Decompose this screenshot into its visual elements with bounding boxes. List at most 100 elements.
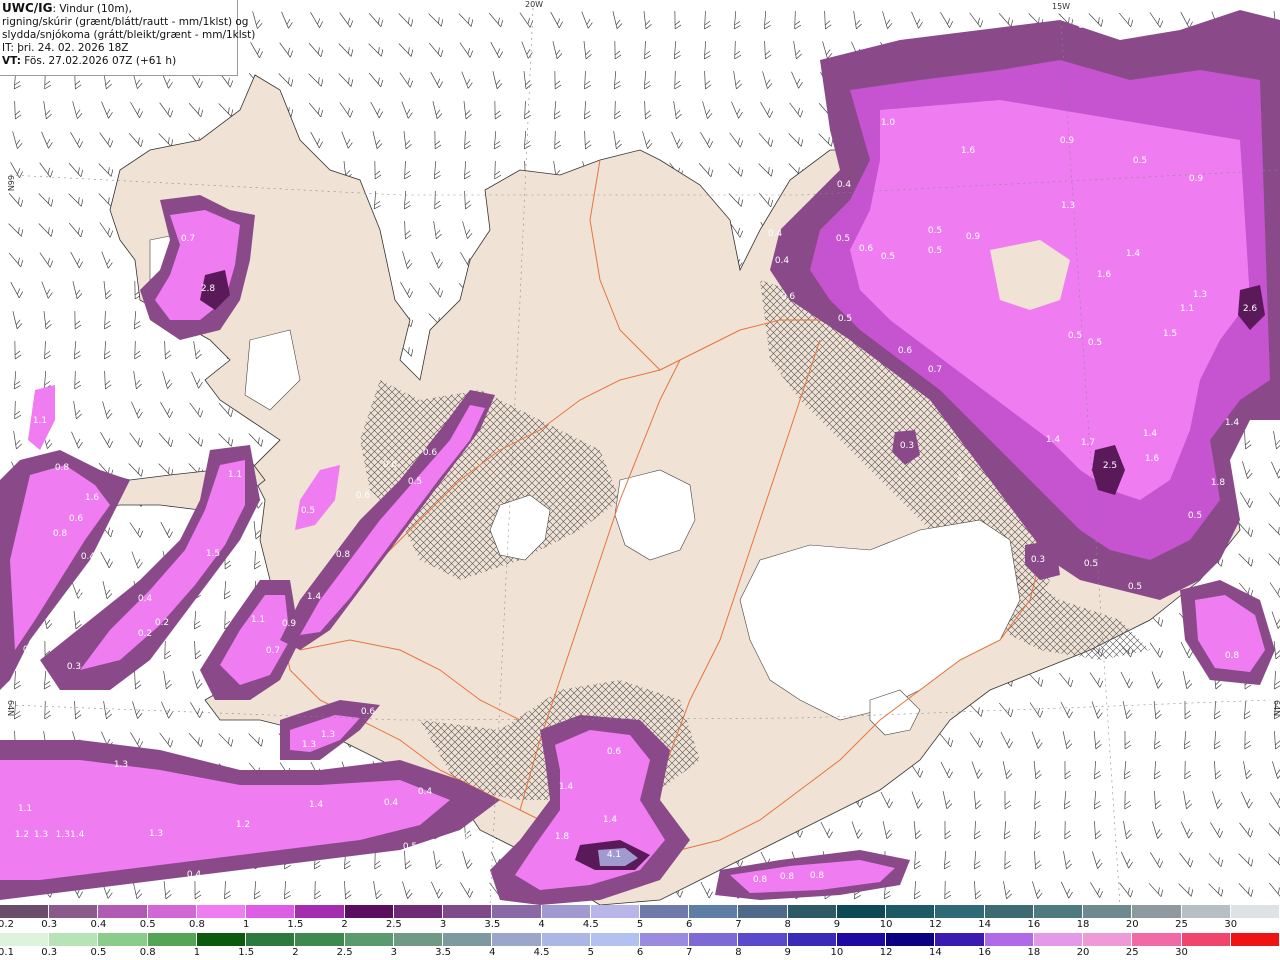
valid-time-label: VT:	[2, 55, 21, 67]
legend-label: 1	[242, 919, 250, 930]
legend-label: 14	[929, 947, 942, 958]
legend-swatch	[393, 905, 444, 918]
precip-value-label: 0.4	[79, 591, 94, 601]
legend-swatch	[1132, 905, 1182, 918]
legend-swatch	[49, 905, 99, 918]
precip-value-label: 1.4	[1126, 249, 1141, 259]
precip-value-label: 1.6	[1097, 270, 1112, 280]
legend-swatch	[147, 933, 197, 946]
legend-label: 9	[833, 919, 841, 930]
legend-snow-labels: 0.2 0.3 0.4 0.5 0.8 1 1.5 2 2.5 3 3.5 4 4.5 5 6 7 8 9 10 12…	[0, 919, 1280, 933]
precip-value-label: 1.1	[18, 804, 32, 814]
legend-label: 20	[1076, 947, 1090, 958]
legend-label: 4.5	[533, 947, 550, 958]
legend-label: 2	[341, 919, 348, 930]
legend-swatch	[689, 933, 739, 946]
precip-value-label: 0.6	[1078, 21, 1093, 31]
precip-value-label: 0.5	[1088, 338, 1102, 348]
precip-value-label: 0.7	[181, 234, 195, 244]
legend-label: 0.1	[0, 947, 14, 958]
legend-label: 4.5	[582, 919, 599, 930]
precip-value-label: 4.1	[607, 850, 621, 860]
precip-value-label: 0.3	[67, 662, 81, 672]
legend-label: 8	[784, 919, 791, 930]
legend-label: 16	[978, 947, 991, 958]
legend-label: 25	[1175, 919, 1188, 930]
precip-value-label: 1.3	[149, 829, 163, 839]
legend-swatch	[738, 933, 788, 946]
legend-snow-scale	[0, 905, 1280, 918]
precip-value-label: 0.4	[81, 552, 96, 562]
precip-value-label: 0.5	[1188, 511, 1202, 521]
legend-label: 10	[830, 947, 844, 958]
legend-swatch	[541, 905, 591, 918]
legend-swatch	[689, 905, 739, 918]
init-time: IT: þri. 24. 02. 2026 18Z	[2, 42, 129, 54]
legend-swatch	[836, 905, 887, 918]
precip-value-label: 0.6	[356, 491, 371, 501]
precip-value-label: 0.4	[418, 787, 433, 797]
legend-swatch	[590, 905, 640, 918]
legend-label: 0.8	[139, 947, 156, 958]
precip-value-label: 1.4	[1143, 429, 1158, 439]
precip-value-label: 2.5	[1103, 461, 1117, 471]
legend-swatch	[344, 905, 394, 918]
legend-label: 5	[636, 919, 644, 930]
precip-value-label: 2.6	[1243, 304, 1258, 314]
precip-value-label: 4	[957, 473, 963, 483]
label-20w: 20W	[525, 0, 543, 9]
precip-value-label: 0.8	[53, 529, 68, 539]
precip-value-label: 0.8	[780, 872, 795, 882]
precip-value-label: 0.5	[408, 477, 422, 487]
precip-value-label: 1.4	[309, 800, 324, 810]
precip-value-label: 0.4	[768, 229, 783, 239]
precip-value-label: 0.4	[187, 870, 202, 880]
precip-value-label: 0.5	[928, 246, 942, 256]
precip-value-label: 0.5	[1128, 582, 1142, 592]
legend-label: 0.3	[41, 947, 58, 958]
title-line: UWC/IG: Vindur (10m),	[2, 2, 237, 16]
legend-label: 0.4	[90, 919, 107, 930]
legend-swatch	[147, 905, 197, 918]
precip-value-label: 0.7	[266, 646, 280, 656]
precip-value-label: 0.8	[753, 875, 768, 885]
label-64n-right: 64N	[1272, 700, 1280, 716]
valid-time-line: VT: Fös. 27.02.2026 07Z (+61 h)	[2, 55, 237, 68]
legend-swatch	[1083, 933, 1133, 946]
precip-value-label: 0.5	[1068, 331, 1082, 341]
legend-swatch	[935, 933, 985, 946]
legend-label: 6	[686, 919, 693, 930]
legend-swatch	[984, 933, 1034, 946]
precip-value-label: 1.3	[114, 760, 128, 770]
precip-value-label: 1.3	[302, 740, 316, 750]
legend-label: 0.2	[0, 919, 14, 930]
legend-label: 30	[1175, 947, 1188, 958]
legend-swatch	[984, 905, 1034, 918]
precip-value-label: 1.5	[206, 549, 220, 559]
precip-value-label: 1.4	[1046, 435, 1061, 445]
legend-label: 3.5	[435, 947, 452, 958]
legend-swatch	[1230, 933, 1280, 946]
legend-swatch	[344, 933, 394, 946]
precip-value-label: 0.5	[836, 234, 850, 244]
legend-label: 18	[1076, 919, 1090, 930]
legend-label: 16	[1027, 919, 1041, 930]
legend-label: 10	[879, 919, 893, 930]
precip-value-label: 1.5	[1244, 452, 1258, 462]
legend-swatch	[295, 905, 345, 918]
legend-swatch	[393, 933, 444, 946]
legend-label: 4	[489, 947, 496, 958]
precip-value-label: 0.40.4	[454, 832, 483, 842]
precip-value-label: 0.8	[336, 550, 351, 560]
legend-rain-scale	[0, 933, 1280, 946]
legend-label: 0.3	[41, 919, 58, 930]
desc-line-1: : Vindur (10m),	[52, 3, 132, 15]
legend-label: 7	[686, 947, 693, 958]
precip-value-label: 0.7	[928, 365, 942, 375]
precip-value-label: 1.3	[34, 830, 48, 840]
legend-swatch	[886, 905, 936, 918]
precip-value-label: 0.8	[1225, 651, 1240, 661]
legend-swatch	[492, 905, 542, 918]
legend-swatch	[0, 933, 50, 946]
precip-value-label: 0.4	[775, 256, 790, 266]
